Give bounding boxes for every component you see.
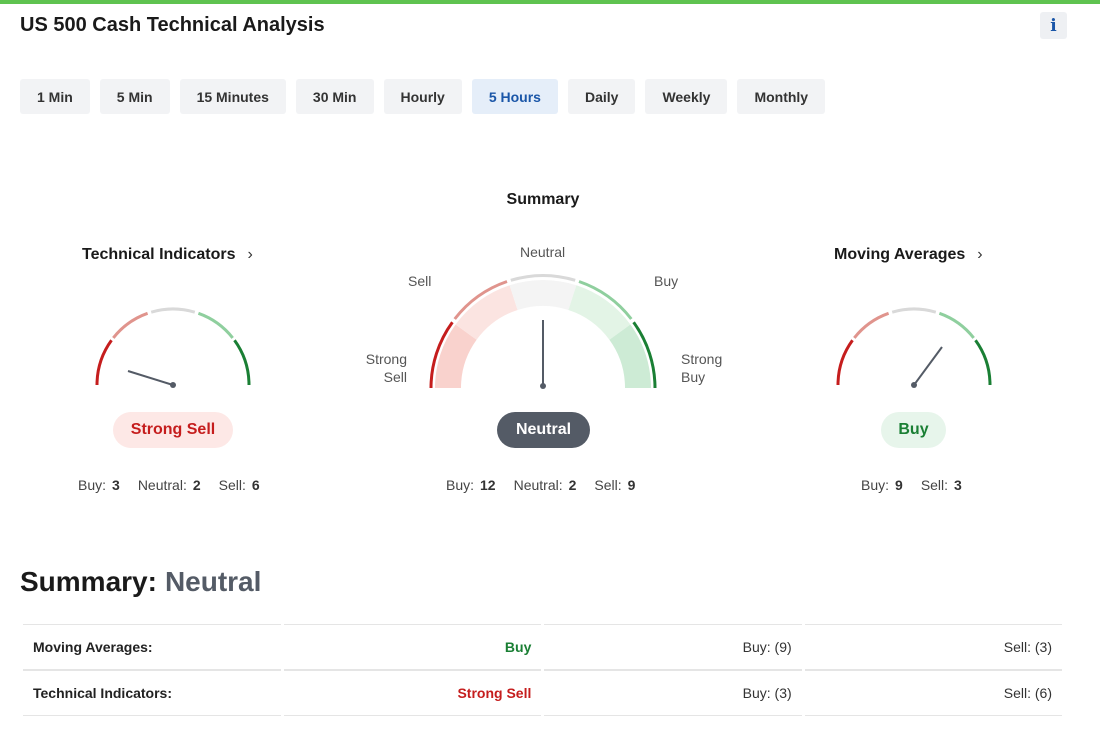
moving-averages-gauge: [836, 307, 992, 388]
moving-averages-title: Moving Averages: [834, 246, 966, 263]
technical-indicators-link[interactable]: Technical Indicators ›: [82, 246, 253, 264]
table-row: Moving Averages: Buy Buy: (9) Sell: (3): [23, 624, 1062, 670]
summary-table: Moving Averages: Buy Buy: (9) Sell: (3) …: [20, 624, 1065, 716]
bottom-summary-value: Neutral: [164, 566, 262, 597]
moving-averages-link[interactable]: Moving Averages ›: [834, 246, 983, 264]
tab-5-min[interactable]: 5 Min: [99, 79, 170, 114]
summary-zone-neutral: [509, 280, 577, 310]
tab-weekly[interactable]: Weekly: [645, 79, 728, 114]
gauge-label-strong-sell: Strong Sell: [365, 351, 407, 385]
tab-daily[interactable]: Daily: [567, 79, 636, 114]
tab-monthly[interactable]: Monthly: [737, 79, 826, 114]
tab-1-min[interactable]: 1 Min: [20, 79, 90, 114]
tab-30-min[interactable]: 30 Min: [295, 79, 374, 114]
summary-gauge: [429, 274, 657, 389]
technical-indicators-title: Technical Indicators: [82, 246, 236, 263]
technical-indicators-gauge: [95, 307, 251, 388]
info-icon[interactable]: i: [1040, 12, 1067, 39]
row-signal: Strong Sell: [283, 670, 542, 716]
row-label: Technical Indicators:: [23, 670, 281, 716]
row-buy-count: Buy: (3): [544, 670, 802, 716]
technical-indicators-counts: Buy: 3 Neutral: 2 Sell: 6: [78, 477, 260, 493]
tab-5-hours[interactable]: 5 Hours: [471, 79, 558, 114]
summary-result-badge: Neutral: [497, 412, 590, 448]
row-label: Moving Averages:: [23, 624, 281, 670]
technical-indicators-needle: [127, 370, 174, 386]
gauge-label-strong-buy: Strong Buy: [681, 351, 723, 385]
moving-averages-needle: [913, 346, 943, 386]
tab-hourly[interactable]: Hourly: [383, 79, 462, 114]
gauge-label-neutral: Neutral: [520, 244, 566, 260]
summary-counts: Buy: 12 Neutral: 2 Sell: 9: [446, 477, 636, 493]
row-sell-count: Sell: (6): [804, 670, 1062, 716]
bottom-summary-label: Summary:: [20, 566, 157, 597]
timeframe-tabs: 1 Min 5 Min 15 Minutes 30 Min Hourly 5 H…: [20, 79, 826, 114]
chevron-right-icon: ›: [247, 246, 253, 263]
row-signal: Buy: [283, 624, 542, 670]
row-buy-count: Buy: (9): [544, 624, 802, 670]
tab-15-minutes[interactable]: 15 Minutes: [179, 79, 286, 114]
top-accent-bar: [0, 0, 1100, 4]
chevron-right-icon: ›: [977, 246, 983, 263]
moving-averages-counts: Buy: 9 Sell: 3: [861, 477, 962, 493]
moving-averages-result-badge: Buy: [881, 412, 946, 448]
summary-gauge-title: Summary: [506, 191, 580, 208]
technical-indicators-result-badge: Strong Sell: [113, 412, 233, 448]
page-title: US 500 Cash Technical Analysis: [20, 14, 325, 36]
bottom-summary-heading: Summary: Neutral: [20, 566, 261, 598]
table-row: Technical Indicators: Strong Sell Buy: (…: [23, 670, 1062, 716]
row-sell-count: Sell: (3): [804, 624, 1062, 670]
